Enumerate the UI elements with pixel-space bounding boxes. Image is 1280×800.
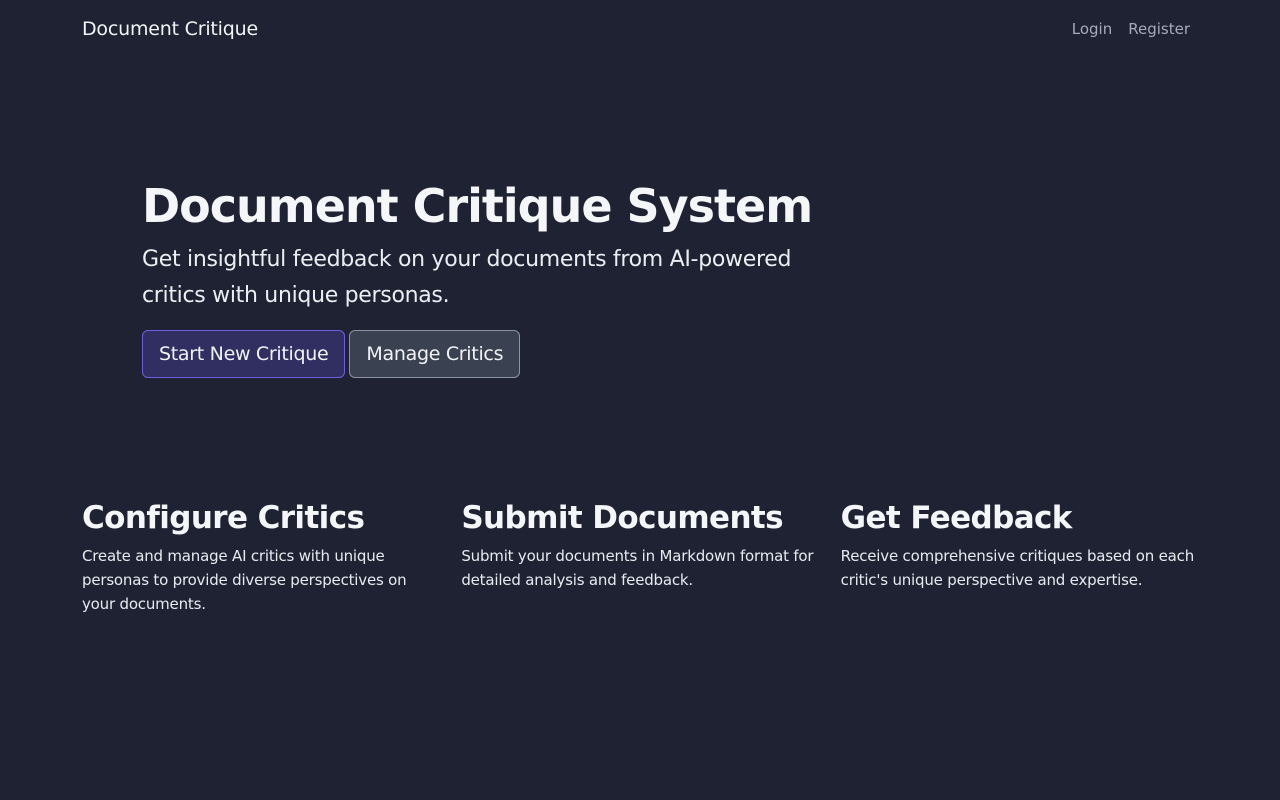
feature-title: Submit Documents — [461, 500, 783, 536]
register-link[interactable]: Register — [1128, 20, 1190, 38]
features-section: Configure Critics Create and manage AI c… — [82, 498, 1198, 616]
feature-description: Submit your documents in Markdown format… — [461, 547, 814, 589]
hero-title: Document Critique System — [142, 179, 813, 233]
nav-links: Login Register — [1072, 20, 1190, 38]
feature-title: Get Feedback — [840, 500, 1073, 536]
feature-description: Create and manage AI critics with unique… — [82, 547, 407, 613]
feature-submit-documents: Submit Documents Submit your documents i… — [461, 498, 818, 616]
feature-get-feedback: Get Feedback Receive comprehensive criti… — [841, 498, 1198, 616]
login-link[interactable]: Login — [1072, 20, 1112, 38]
hero-subtitle: Get insightful feedback on your document… — [142, 247, 792, 308]
hero-section: Document Critique System Get insightful … — [142, 178, 862, 378]
feature-description: Receive comprehensive critiques based on… — [840, 547, 1195, 589]
start-new-critique-button[interactable]: Start New Critique — [142, 330, 346, 378]
hero-actions: Start New Critique Manage Critics — [142, 330, 862, 378]
feature-configure-critics: Configure Critics Create and manage AI c… — [82, 498, 439, 616]
navbar: Document Critique Login Register — [82, 14, 1190, 44]
feature-title: Configure Critics — [82, 500, 365, 536]
brand-link[interactable]: Document Critique — [82, 18, 258, 40]
page: Document Critique Login Register Documen… — [0, 0, 1280, 800]
manage-critics-button[interactable]: Manage Critics — [349, 330, 521, 378]
